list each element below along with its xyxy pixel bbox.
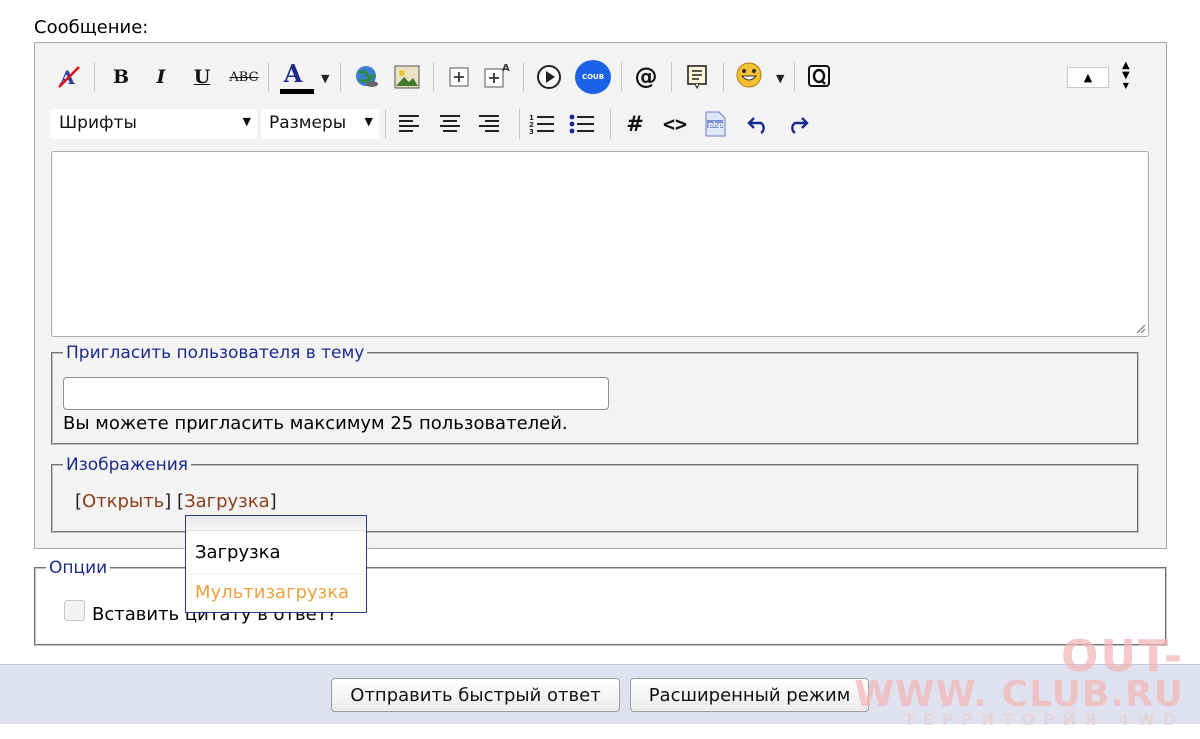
- spoiler-titled-icon[interactable]: A: [483, 61, 511, 89]
- image-icon[interactable]: [393, 63, 421, 91]
- hash-button[interactable]: #: [621, 110, 649, 138]
- upload-image-link[interactable]: Загрузка: [184, 491, 270, 512]
- align-left-icon[interactable]: [395, 110, 423, 138]
- message-textarea[interactable]: [51, 151, 1149, 337]
- resize-grip-icon[interactable]: [1134, 322, 1146, 334]
- align-right-icon[interactable]: [475, 110, 503, 138]
- font-color-button[interactable]: A: [279, 59, 307, 88]
- chevron-up-icon: ▲: [1083, 71, 1093, 84]
- coub-badge: COUB: [575, 60, 611, 94]
- toolbar-separator: [433, 62, 434, 92]
- chevron-down-icon[interactable]: ▼: [776, 72, 784, 85]
- svg-text:3: 3: [529, 128, 534, 136]
- watermark-line1: OUT-: [1061, 631, 1184, 682]
- toolbar-separator: [519, 109, 520, 139]
- invite-user-input[interactable]: [63, 377, 609, 410]
- strikethrough-button[interactable]: ABC: [227, 63, 261, 91]
- toolbar-separator: [621, 62, 622, 92]
- quick-reply-button[interactable]: Отправить быстрый ответ: [331, 678, 620, 712]
- toolbar-separator: [268, 62, 269, 92]
- toolbar-separator: [794, 62, 795, 92]
- php-icon-label: php: [708, 121, 723, 129]
- mention-button[interactable]: @: [632, 63, 660, 91]
- php-icon[interactable]: php: [701, 110, 729, 138]
- resize-editor-icon[interactable]: ▲ ▼ ▼: [1122, 61, 1130, 91]
- invite-legend: Пригласить пользователя в тему: [66, 343, 365, 363]
- font-color-swatch: [280, 89, 314, 94]
- spoiler-icon[interactable]: [445, 63, 473, 91]
- smiley-icon[interactable]: [735, 61, 763, 89]
- quote-note-icon[interactable]: [683, 63, 711, 91]
- toolbar-separator: [523, 62, 524, 92]
- redo-icon[interactable]: [783, 110, 811, 138]
- collapse-editor-button[interactable]: ▲: [1067, 67, 1109, 88]
- bullet-list-icon[interactable]: [568, 110, 596, 138]
- link-globe-icon[interactable]: [353, 63, 381, 91]
- toolbar-separator: [385, 109, 386, 139]
- toolbar-separator: [340, 62, 341, 92]
- ordered-list-icon[interactable]: 123: [528, 110, 556, 138]
- italic-button[interactable]: I: [147, 63, 175, 91]
- remove-format-icon[interactable]: A: [55, 63, 83, 91]
- sizes-select[interactable]: Размеры ▼: [261, 109, 379, 139]
- quote-checkbox[interactable]: [64, 600, 85, 621]
- chevron-down-icon[interactable]: ▼: [321, 72, 329, 85]
- toolbar-separator: [94, 62, 95, 92]
- toolbar-separator: [723, 62, 724, 92]
- offtopic-icon[interactable]: [805, 63, 833, 91]
- open-image-link[interactable]: Открыть: [82, 491, 164, 512]
- watermark-line2: WWW. CLUB.RU: [854, 673, 1184, 715]
- underline-button[interactable]: U: [188, 63, 216, 91]
- bold-button[interactable]: B: [107, 63, 135, 91]
- menu-divider: [186, 574, 366, 575]
- watermark-line3: ТЕРРИТОРИЯ 4WD: [903, 709, 1184, 729]
- chevron-down-icon: ▼: [364, 115, 373, 128]
- toolbar-separator: [610, 109, 611, 139]
- chevron-down-icon: ▼: [242, 115, 251, 128]
- multi-upload-menu-item[interactable]: Мультизагрузка: [195, 582, 349, 603]
- dropdown-header: [186, 516, 366, 531]
- align-center-icon[interactable]: [436, 110, 464, 138]
- watermark-logo: OUT- WWW. CLUB.RU ТЕРРИТОРИЯ 4WD: [854, 631, 1184, 729]
- undo-icon[interactable]: [745, 110, 773, 138]
- message-label: Сообщение:: [34, 17, 149, 38]
- code-button[interactable]: <>: [661, 110, 689, 138]
- coub-icon[interactable]: COUB: [575, 60, 611, 94]
- options-legend: Опции: [49, 558, 108, 578]
- upload-menu-item[interactable]: Загрузка: [195, 542, 281, 563]
- image-links: [Открыть] [Загрузка]: [75, 491, 277, 512]
- fonts-select-value: Шрифты: [59, 113, 137, 133]
- fonts-select[interactable]: Шрифты ▼: [51, 109, 257, 139]
- upload-dropdown-menu: Загрузка Мультизагрузка: [185, 515, 367, 613]
- svg-text:A: A: [502, 63, 510, 74]
- images-legend: Изображения: [66, 455, 189, 475]
- toolbar-separator: [671, 62, 672, 92]
- advanced-mode-button[interactable]: Расширенный режим: [630, 678, 869, 712]
- sizes-select-value: Размеры: [269, 113, 347, 133]
- invite-hint: Вы можете пригласить максимум 25 пользов…: [63, 413, 568, 434]
- video-play-icon[interactable]: [535, 63, 563, 91]
